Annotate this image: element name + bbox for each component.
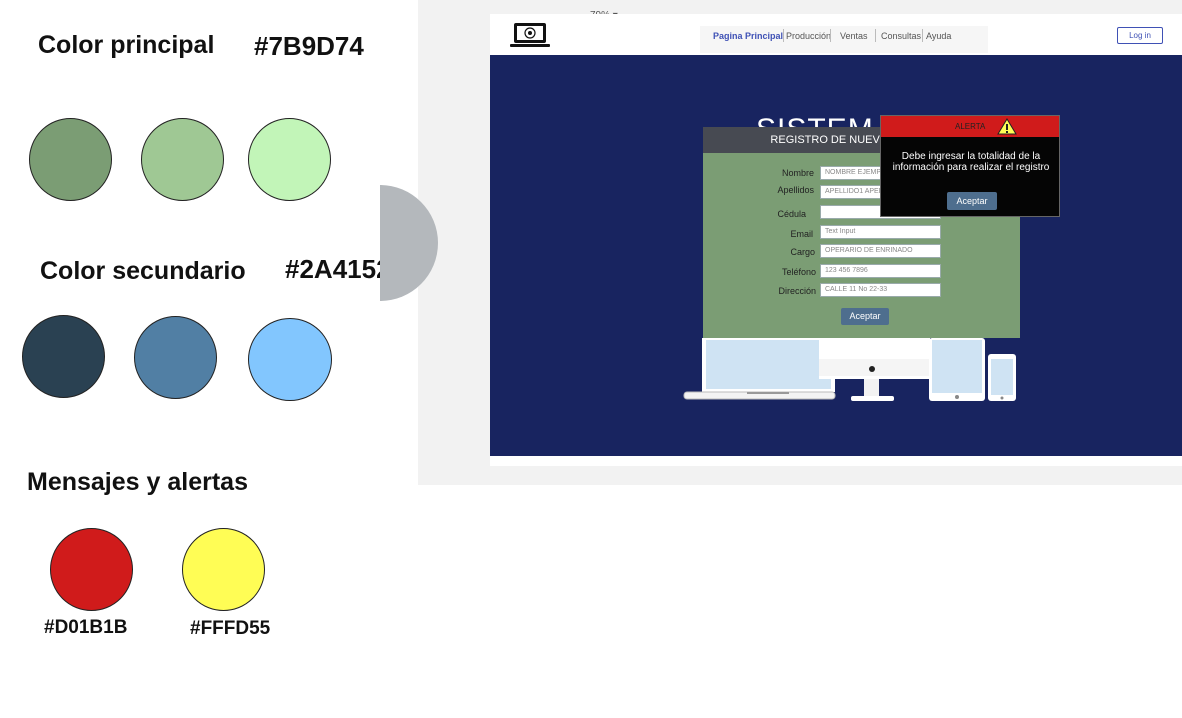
alert-dialog: ALERTA Debe ingresar la totalidad de la … xyxy=(880,115,1060,217)
primary-swatch-dark xyxy=(29,118,112,201)
warning-icon xyxy=(997,118,1017,135)
nav-item-ventas[interactable]: Ventas xyxy=(840,31,868,41)
secondary-swatch-light xyxy=(248,318,332,401)
label-cargo: Cargo xyxy=(790,247,815,257)
alerts-title: Mensajes y alertas xyxy=(27,468,248,496)
primary-swatch-mid xyxy=(141,118,224,201)
nav-divider xyxy=(875,29,876,42)
alert-red-hex: #D01B1B xyxy=(44,617,128,638)
label-telefono: Teléfono xyxy=(781,267,816,277)
laptop-logo-icon xyxy=(510,23,550,47)
login-button[interactable]: Log in xyxy=(1117,27,1163,44)
label-direccion: Dirección xyxy=(778,286,816,296)
nav-item-pagina-principal[interactable]: Pagina Principal xyxy=(713,31,783,41)
nav-item-produccion[interactable]: Producción xyxy=(786,31,831,41)
secondary-color-title: Color secundario xyxy=(40,257,246,285)
secondary-swatch-dark xyxy=(22,315,105,398)
label-apellidos: Apellidos xyxy=(777,185,814,195)
form-submit-button[interactable]: Aceptar xyxy=(841,308,889,325)
input-email[interactable]: Text Input xyxy=(820,225,941,239)
label-cedula: Cédula xyxy=(777,209,806,219)
alert-accept-button[interactable]: Aceptar xyxy=(947,192,997,210)
nav-divider xyxy=(830,29,831,42)
nav-item-ayuda[interactable]: Ayuda xyxy=(926,31,951,41)
nav-divider xyxy=(922,29,923,42)
input-telefono[interactable]: 123 456 7896 xyxy=(820,264,941,278)
alert-header: ALERTA xyxy=(881,116,1059,137)
secondary-color-hex: #2A4152 xyxy=(285,254,391,284)
primary-color-hex: #7B9D74 xyxy=(254,31,364,61)
primary-color-title: Color principal xyxy=(38,31,215,59)
label-email: Email xyxy=(790,229,813,239)
input-cargo[interactable]: OPERARIO DE ENRINADO xyxy=(820,244,941,258)
alert-swatch-yellow xyxy=(182,528,265,611)
alert-swatch-red xyxy=(50,528,133,611)
input-direccion[interactable]: CALLE 11 No 22-33 xyxy=(820,283,941,297)
nav-divider xyxy=(783,29,784,42)
alert-message: Debe ingresar la totalidad de la informa… xyxy=(892,151,1050,173)
devices-illustration xyxy=(683,338,1016,401)
alert-title: ALERTA xyxy=(955,122,986,131)
primary-swatch-light xyxy=(248,118,331,201)
nav-item-consultas[interactable]: Consultas xyxy=(881,31,921,41)
alert-yellow-hex: #FFFD55 xyxy=(190,618,271,639)
label-nombre: Nombre xyxy=(781,168,814,178)
secondary-swatch-mid xyxy=(134,316,217,399)
